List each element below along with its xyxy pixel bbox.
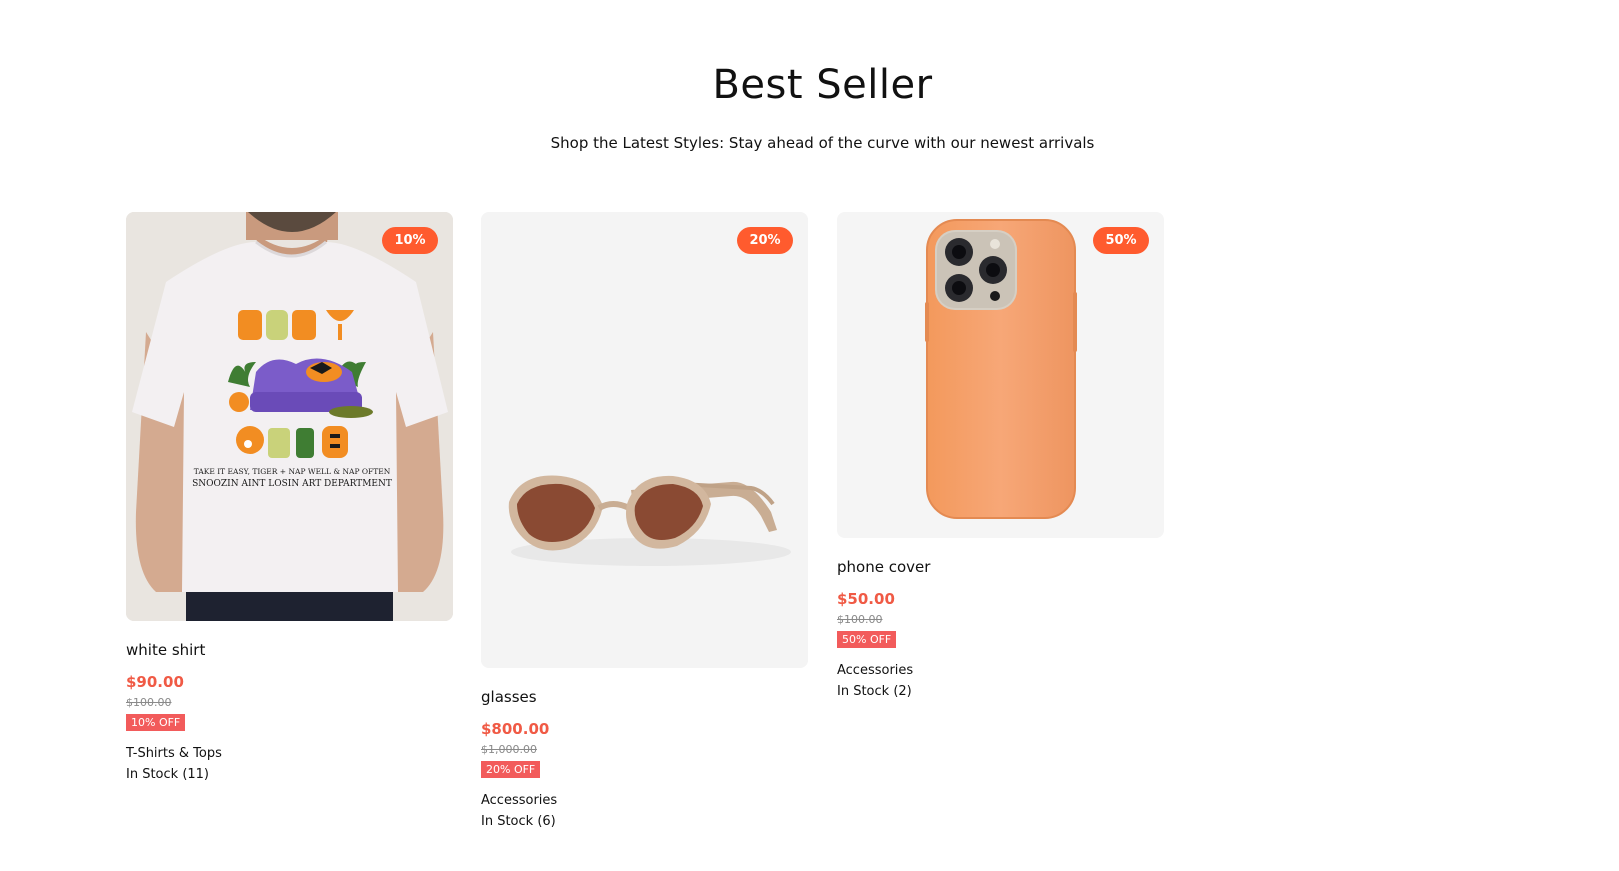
discount-tag: 20% OFF [481, 761, 541, 778]
product-name[interactable]: phone cover [837, 558, 1164, 576]
product-card-glasses[interactable]: 20% glasses $800.00 $1,000.00 20% OFF Ac… [481, 212, 808, 829]
discount-tag: 10% OFF [126, 714, 186, 731]
product-image-white-shirt[interactable]: TAKE IT EASY, TIGER + NAP WELL & NAP OFT… [126, 212, 453, 621]
product-name[interactable]: glasses [481, 688, 808, 706]
discount-tag: 50% OFF [837, 631, 897, 648]
price-original: $100.00 [837, 613, 883, 626]
product-category: Accessories [837, 663, 914, 678]
product-card-phone-cover[interactable]: 50% phone cover $50.00 $100.00 50% OFF A… [837, 212, 1164, 699]
shirt-print-line-1: TAKE IT EASY, TIGER + NAP WELL & NAP OFT… [194, 467, 391, 476]
discount-badge: 50% [1093, 227, 1149, 254]
product-category: Accessories [481, 793, 558, 808]
price-original: $1,000.00 [481, 743, 537, 756]
tshirt-image: TAKE IT EASY, TIGER + NAP WELL & NAP OFT… [126, 212, 453, 621]
section-title: Best Seller [712, 62, 933, 108]
price-current: $50.00 [837, 590, 895, 608]
discount-badge: 20% [737, 227, 793, 254]
product-name[interactable]: white shirt [126, 641, 453, 659]
product-image-phone-cover[interactable]: 50% [837, 212, 1164, 538]
product-card-white-shirt[interactable]: TAKE IT EASY, TIGER + NAP WELL & NAP OFT… [126, 212, 453, 782]
price-current: $800.00 [481, 720, 550, 738]
stock-status: In Stock (11) [126, 767, 210, 782]
sunglasses-image [481, 212, 808, 668]
product-category: T-Shirts & Tops [126, 746, 222, 761]
price-original: $100.00 [126, 696, 172, 709]
discount-badge: 10% [382, 227, 438, 254]
stock-status: In Stock (6) [481, 814, 556, 829]
price-current: $90.00 [126, 673, 184, 691]
phone-case-image [837, 212, 1164, 538]
product-image-glasses[interactable]: 20% [481, 212, 808, 668]
stock-status: In Stock (2) [837, 684, 912, 699]
section-subtitle: Shop the Latest Styles: Stay ahead of th… [550, 134, 1095, 152]
shirt-print-line-2: SNOOZIN AINT LOSIN ART DEPARTMENT [192, 479, 392, 489]
